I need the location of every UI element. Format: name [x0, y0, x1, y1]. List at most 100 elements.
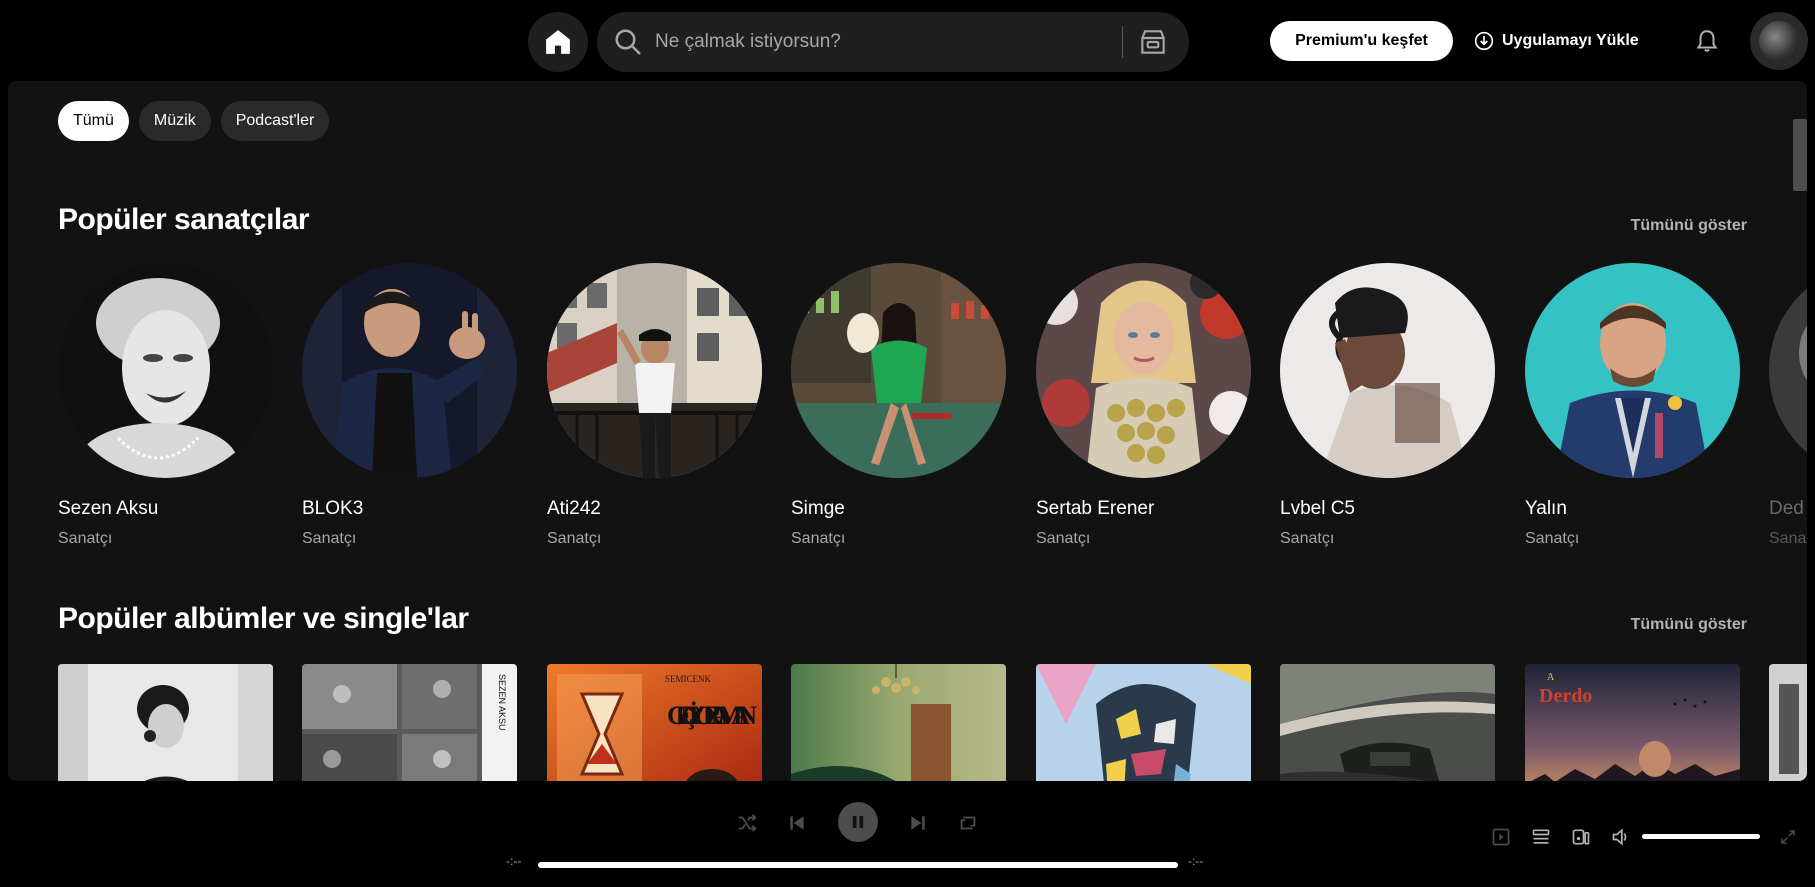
previous-icon — [790, 816, 804, 830]
search-icon — [615, 29, 641, 55]
pause-button[interactable] — [838, 802, 878, 842]
album-card[interactable] — [1280, 664, 1495, 781]
time-total: -:-- — [1188, 854, 1204, 868]
album-card[interactable] — [58, 664, 273, 781]
album-cover-text: A — [1547, 672, 1555, 683]
fullscreen-button[interactable] — [1776, 825, 1800, 849]
album-cover — [1280, 664, 1495, 781]
install-app-button[interactable]: Uygulamayı Yükle — [1474, 21, 1639, 61]
shuffle-button[interactable] — [732, 808, 762, 838]
artist-image — [1280, 263, 1495, 478]
artist-card[interactable]: Yalın Sanatçı — [1525, 263, 1740, 548]
artist-card[interactable]: Sezen Aksu Sanatçı — [58, 263, 273, 548]
home-button[interactable] — [528, 12, 588, 72]
fullscreen-icon — [1781, 830, 1795, 844]
home-icon — [546, 30, 570, 54]
artist-image — [1525, 263, 1740, 478]
top-bar: Premium'u keşfet Uygulamayı Yükle — [0, 0, 1815, 80]
chip-podcasts[interactable]: Podcast'ler — [220, 101, 330, 141]
artist-role: Sanatçı — [58, 530, 113, 547]
artist-role: Sanatçı — [1280, 530, 1335, 547]
album-card[interactable] — [1036, 664, 1251, 781]
album-cover: A Derdo — [1525, 664, 1740, 781]
queue-icon — [1532, 829, 1550, 844]
volume-icon — [1612, 828, 1627, 846]
mute-button[interactable] — [1609, 825, 1633, 849]
artist-image — [1769, 263, 1807, 478]
main-content: Tümü Müzik Podcast'ler Popüler sanatçıla… — [8, 81, 1807, 781]
scrollbar[interactable] — [1793, 119, 1807, 191]
artist-role: Sanatçı — [1525, 530, 1580, 547]
bell-icon[interactable] — [1694, 28, 1720, 54]
avatar-image — [1759, 21, 1799, 61]
album-cover — [1769, 664, 1807, 781]
popular-albums-show-all[interactable]: Tümünü göster — [1631, 616, 1747, 634]
artist-card[interactable]: Ded Sana — [1769, 263, 1807, 548]
artist-name: BLOK3 — [302, 498, 364, 519]
avatar[interactable] — [1750, 12, 1808, 70]
install-app-label: Uygulamayı Yükle — [1502, 32, 1639, 49]
artist-card[interactable]: BLOK3 Sanatçı — [302, 263, 517, 548]
album-card[interactable]: A Derdo — [1525, 664, 1740, 781]
album-cover-text: SEZEN AKSU — [497, 674, 507, 731]
repeat-icon — [960, 816, 976, 830]
queue-button[interactable] — [1529, 825, 1553, 849]
now-playing-icon — [1492, 828, 1510, 846]
album-card[interactable] — [1769, 664, 1807, 781]
now-playing-view-button[interactable] — [1489, 825, 1513, 849]
artist-name: Sertab Erener — [1036, 498, 1155, 519]
search-divider — [1122, 26, 1123, 58]
album-cover — [58, 664, 273, 781]
browse-icon[interactable] — [1137, 26, 1169, 58]
repeat-button[interactable] — [953, 808, 983, 838]
previous-button[interactable] — [782, 808, 812, 838]
album-cover-title: GEÇİYOR ZAMAN — [667, 701, 757, 730]
artist-name: Sezen Aksu — [58, 498, 159, 519]
artist-image — [1034, 263, 1253, 478]
album-cover-title: Derdo — [1539, 685, 1592, 707]
album-card[interactable]: SEZEN AKSU — [302, 664, 517, 781]
next-button[interactable] — [903, 808, 933, 838]
artist-role: Sanatçı — [547, 530, 602, 547]
chip-all[interactable]: Tümü — [58, 101, 129, 141]
artist-image — [302, 263, 517, 478]
next-icon — [911, 816, 925, 830]
player-bar: -:-- -:-- — [0, 781, 1815, 887]
popular-artists-title[interactable]: Popüler sanatçılar — [58, 203, 310, 237]
volume-fill — [1642, 834, 1760, 839]
artist-name: Yalın — [1525, 498, 1567, 519]
progress-bar[interactable] — [538, 862, 1178, 868]
pause-icon — [852, 816, 864, 828]
shuffle-icon — [738, 814, 757, 832]
album-row: SEZEN AKSU SEMICENK GEÇİYOR ZAMAN A Derd… — [58, 664, 1807, 781]
popular-albums-title[interactable]: Popüler albümler ve single'lar — [58, 602, 469, 636]
search-bar — [597, 12, 1189, 72]
volume-slider[interactable] — [1642, 834, 1760, 839]
premium-button[interactable]: Premium'u keşfet — [1270, 21, 1453, 61]
artist-row: Sezen Aksu Sanatçı BLOK3 Sanatçı Ati242 … — [58, 263, 1807, 563]
artist-role: Sana — [1769, 530, 1807, 547]
artist-role: Sanatçı — [1036, 530, 1091, 547]
filter-chips: Tümü Müzik Podcast'ler — [58, 101, 330, 141]
artist-name: Ati242 — [547, 498, 601, 519]
artist-image — [791, 263, 1006, 478]
time-elapsed: -:-- — [506, 854, 522, 868]
album-card[interactable]: SEMICENK GEÇİYOR ZAMAN — [547, 664, 762, 781]
artist-image — [547, 263, 762, 478]
album-card[interactable] — [791, 664, 1006, 781]
device-icon — [1572, 829, 1590, 845]
album-cover: SEMICENK GEÇİYOR ZAMAN — [547, 664, 762, 781]
popular-artists-show-all[interactable]: Tümünü göster — [1631, 217, 1747, 235]
artist-role: Sanatçı — [302, 530, 357, 547]
artist-card[interactable]: Sertab Erener Sanatçı — [1034, 263, 1253, 548]
artist-card[interactable]: Lvbel C5 Sanatçı — [1280, 263, 1495, 548]
connect-device-button[interactable] — [1569, 825, 1593, 849]
progress-fill — [538, 862, 1178, 868]
album-cover-text: SEMICENK — [665, 674, 712, 684]
search-input[interactable] — [655, 22, 1175, 62]
download-icon — [1474, 31, 1494, 51]
artist-name: Simge — [791, 498, 845, 519]
artist-card[interactable]: Simge Sanatçı — [791, 263, 1006, 548]
artist-card[interactable]: Ati242 Sanatçı — [547, 263, 762, 548]
chip-music[interactable]: Müzik — [138, 101, 211, 141]
